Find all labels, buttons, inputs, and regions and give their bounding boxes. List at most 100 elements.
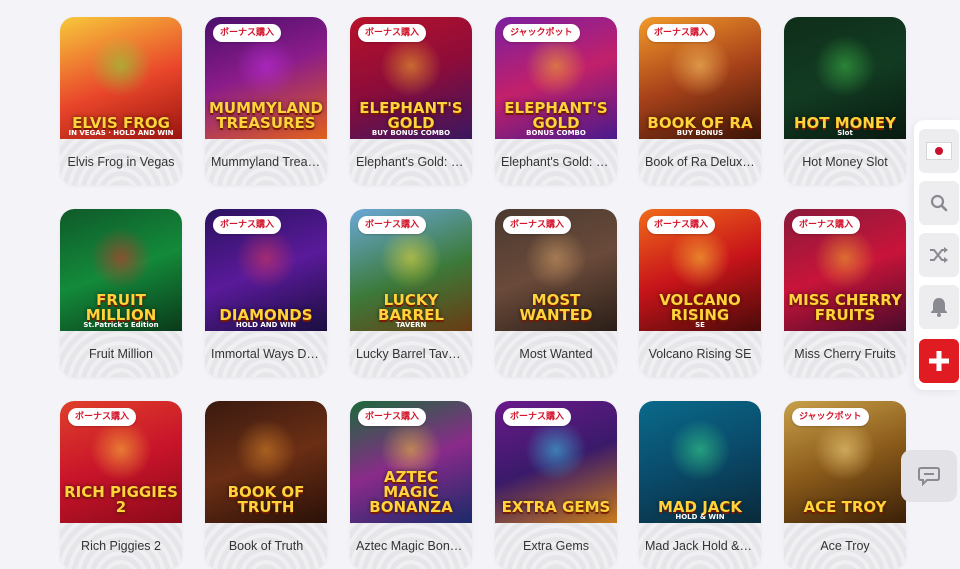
game-card[interactable]: MISS CHERRY FRUITS ボーナス購入 Miss Cherry Frui… <box>784 209 906 377</box>
game-badge: ボーナス購入 <box>213 24 282 42</box>
game-thumbnail[interactable]: MUMMYLAND TREASURES ボーナス購入 <box>205 17 327 139</box>
thumbnail-logo-subtext: IN VEGAS · HOLD AND WIN <box>68 129 174 137</box>
game-card[interactable]: ELVIS FROG IN VEGAS · HOLD AND WIN Elvis F… <box>60 17 182 185</box>
game-thumbnail[interactable]: MAD JACK HOLD & WIN <box>639 401 761 523</box>
game-title[interactable]: Lucky Barrel Tavern <box>350 331 472 377</box>
game-title[interactable]: Rich Piggies 2 <box>60 523 182 569</box>
thumbnail-logo-text: MUMMYLAND TREASURES <box>209 99 323 132</box>
thumbnail-logo-subtext: Slot <box>837 129 853 137</box>
game-title[interactable]: Volcano Rising SE <box>639 331 761 377</box>
game-card[interactable]: ELEPHANT'S GOLD BONUS COMBO ジャックポット Elephan… <box>495 17 617 185</box>
game-title[interactable]: Fruit Million <box>60 331 182 377</box>
game-thumbnail[interactable]: EXTRA GEMS ボーナス購入 <box>495 401 617 523</box>
game-title[interactable]: Book of Truth <box>205 523 327 569</box>
game-card[interactable]: ACE TROY ジャックポット Ace Troy <box>784 401 906 569</box>
game-card[interactable]: HOT MONEY Slot Hot Money Slot <box>784 17 906 185</box>
game-thumbnail[interactable]: FRUIT MILLION St.Patrick's Edition <box>60 209 182 331</box>
game-thumbnail[interactable]: ELEPHANT'S GOLD BUY BONUS COMBO ボーナス購入 <box>350 17 472 139</box>
notifications-button[interactable] <box>919 285 959 329</box>
bell-icon <box>931 298 947 317</box>
thumbnail-logo-text: AZTEC MAGIC BONANZA <box>369 468 453 516</box>
game-card[interactable]: BOOK OF RA BUY BONUS ボーナス購入 Book of Ra Delu… <box>639 17 761 185</box>
game-card[interactable]: BOOK OF TRUTH Book of Truth <box>205 401 327 569</box>
chat-icon <box>918 467 940 486</box>
thumbnail-logo-subtext: BUY BONUS COMBO <box>371 129 451 137</box>
game-card[interactable]: LUCKY BARREL TAVERN ボーナス購入 Lucky Barrel Tav… <box>350 209 472 377</box>
game-title[interactable]: Elephant's Gold: Bonus Combo <box>495 139 617 185</box>
game-title[interactable]: Miss Cherry Fruits <box>784 331 906 377</box>
game-title[interactable]: Book of Ra Deluxe Buy Bonus <box>639 139 761 185</box>
game-card[interactable]: EXTRA GEMS ボーナス購入 Extra Gems <box>495 401 617 569</box>
thumbnail-logo-text: BOOK OF TRUTH <box>227 483 305 516</box>
game-card[interactable]: MUMMYLAND TREASURES ボーナス購入 Mummyland Treas… <box>205 17 327 185</box>
game-card[interactable]: AZTEC MAGIC BONANZA ボーナス購入 Aztec Magic Bon… <box>350 401 472 569</box>
game-title[interactable]: Aztec Magic Bonanza <box>350 523 472 569</box>
add-button[interactable] <box>919 339 959 383</box>
thumbnail-art <box>235 35 297 97</box>
plus-icon <box>929 351 949 371</box>
game-thumbnail[interactable]: BOOK OF TRUTH <box>205 401 327 523</box>
thumbnail-art <box>380 227 442 289</box>
game-card[interactable]: MOST WANTED ボーナス購入 Most Wanted <box>495 209 617 377</box>
game-card[interactable]: RICH PIGGIES 2 ボーナス購入 Rich Piggies 2 <box>60 401 182 569</box>
game-title[interactable]: Most Wanted <box>495 331 617 377</box>
game-title[interactable]: Hot Money Slot <box>784 139 906 185</box>
game-thumbnail[interactable]: LUCKY BARREL TAVERN ボーナス購入 <box>350 209 472 331</box>
side-toolbar <box>914 120 960 390</box>
game-badge: ボーナス購入 <box>358 408 427 426</box>
game-badge: ボーナス購入 <box>647 24 716 42</box>
game-title[interactable]: Elvis Frog in Vegas <box>60 139 182 185</box>
game-thumbnail[interactable]: MISS CHERRY FRUITS ボーナス購入 <box>784 209 906 331</box>
game-thumbnail[interactable]: RICH PIGGIES 2 ボーナス購入 <box>60 401 182 523</box>
shuffle-icon <box>930 247 948 263</box>
chat-button[interactable] <box>901 450 957 502</box>
random-game-button[interactable] <box>919 233 959 277</box>
game-thumbnail[interactable]: MOST WANTED ボーナス購入 <box>495 209 617 331</box>
language-button[interactable] <box>919 129 959 173</box>
thumbnail-logo-text: VOLCANO RISING <box>659 291 741 324</box>
game-card[interactable]: VOLCANO RISING SE ボーナス購入 Volcano Rising SE <box>639 209 761 377</box>
game-card[interactable]: MAD JACK HOLD & WIN Mad Jack Hold & Win <box>639 401 761 569</box>
game-card[interactable]: FRUIT MILLION St.Patrick's Edition Fruit M… <box>60 209 182 377</box>
game-badge: ボーナス購入 <box>68 408 137 426</box>
game-title[interactable]: Ace Troy <box>784 523 906 569</box>
game-thumbnail[interactable]: DIAMONDS HOLD AND WIN ボーナス購入 <box>205 209 327 331</box>
game-title[interactable]: Extra Gems <box>495 523 617 569</box>
game-thumbnail[interactable]: ELVIS FROG IN VEGAS · HOLD AND WIN <box>60 17 182 139</box>
game-thumbnail[interactable]: BOOK OF RA BUY BONUS ボーナス購入 <box>639 17 761 139</box>
thumbnail-art <box>525 419 587 481</box>
thumbnail-art <box>235 419 297 481</box>
thumbnail-logo-text: LUCKY BARREL <box>378 291 444 324</box>
thumbnail-logo-text: FRUIT MILLION <box>85 291 157 324</box>
game-card[interactable]: ELEPHANT'S GOLD BUY BONUS COMBO ボーナス購入 Elep… <box>350 17 472 185</box>
game-title[interactable]: Mummyland Treasures <box>205 139 327 185</box>
thumbnail-logo-text: MOST WANTED <box>519 291 593 324</box>
search-button[interactable] <box>919 181 959 225</box>
game-badge: ジャックポット <box>503 24 580 42</box>
game-thumbnail[interactable]: ACE TROY ジャックポット <box>784 401 906 523</box>
game-badge: ボーナス購入 <box>358 24 427 42</box>
thumbnail-logo-text: ELEPHANT'S GOLD <box>504 99 608 132</box>
game-title[interactable]: Mad Jack Hold & Win <box>639 523 761 569</box>
game-badge: ボーナス購入 <box>213 216 282 234</box>
game-title[interactable]: Elephant's Gold: Buy Bonus Combo <box>350 139 472 185</box>
thumbnail-art <box>669 35 731 97</box>
game-badge: ボーナス購入 <box>358 216 427 234</box>
thumbnail-logo-text: MISS CHERRY FRUITS <box>788 291 902 324</box>
thumbnail-logo-subtext: SE <box>695 321 705 329</box>
thumbnail-art <box>90 227 152 289</box>
game-title[interactable]: Immortal Ways Diamonds <box>205 331 327 377</box>
game-grid: ELVIS FROG IN VEGAS · HOLD AND WIN Elvis F… <box>0 0 960 569</box>
game-card[interactable]: DIAMONDS HOLD AND WIN ボーナス購入 Immortal Ways … <box>205 209 327 377</box>
game-thumbnail[interactable]: VOLCANO RISING SE ボーナス購入 <box>639 209 761 331</box>
thumbnail-art <box>814 227 876 289</box>
thumbnail-logo-subtext: HOLD AND WIN <box>235 321 297 329</box>
game-thumbnail[interactable]: AZTEC MAGIC BONANZA ボーナス購入 <box>350 401 472 523</box>
thumbnail-art <box>525 227 587 289</box>
game-thumbnail[interactable]: HOT MONEY Slot <box>784 17 906 139</box>
game-thumbnail[interactable]: ELEPHANT'S GOLD BONUS COMBO ジャックポット <box>495 17 617 139</box>
thumbnail-art <box>814 419 876 481</box>
thumbnail-logo-text: EXTRA GEMS <box>501 498 611 516</box>
search-icon <box>930 194 948 212</box>
thumbnail-art <box>380 35 442 97</box>
